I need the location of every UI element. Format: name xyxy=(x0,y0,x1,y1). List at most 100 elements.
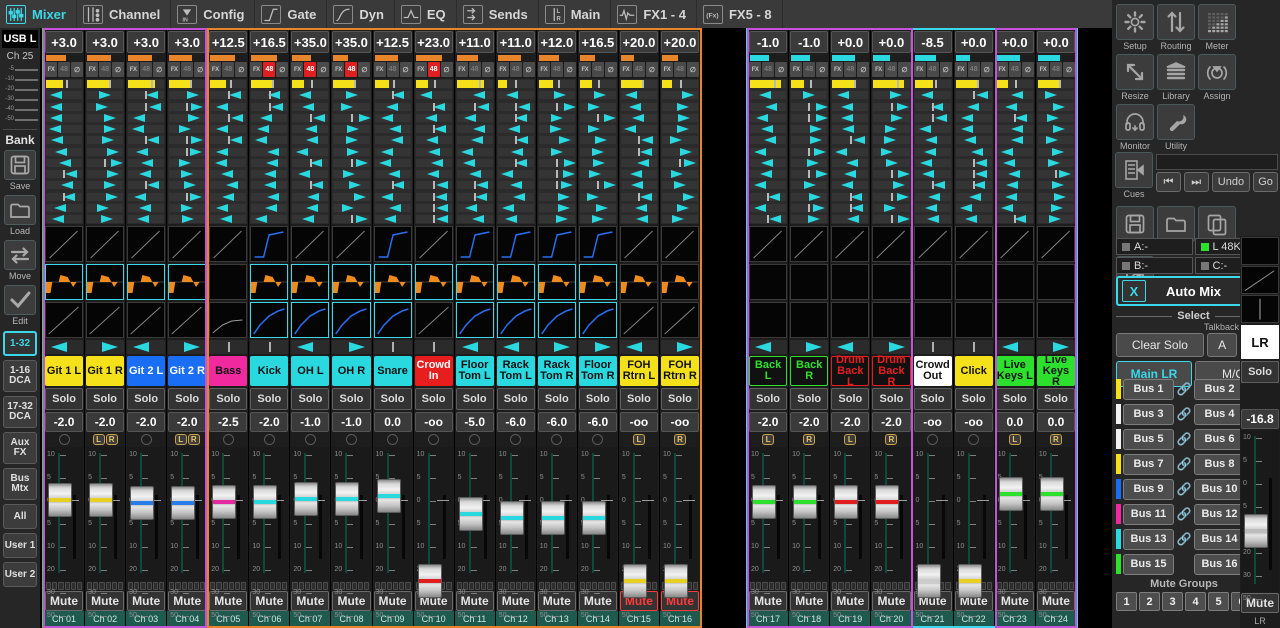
fader-level-readout[interactable]: -2.5 xyxy=(209,412,248,432)
send-row[interactable] xyxy=(87,91,124,100)
fader-knob[interactable] xyxy=(417,563,442,598)
eq-graph[interactable] xyxy=(790,264,829,300)
channel-gain-readout[interactable]: +11.0 xyxy=(496,31,535,53)
channel-strip[interactable]: +12.5FX48∅BassSolo-2.51050510203050MuteC… xyxy=(208,30,250,626)
sidebar-mode-bus-mtx[interactable]: Bus Mtx xyxy=(3,468,37,500)
send-row[interactable] xyxy=(87,158,124,167)
undo-button[interactable]: Undo xyxy=(1211,172,1251,192)
send-row[interactable] xyxy=(955,80,992,88)
fader-level-readout[interactable]: -2.0 xyxy=(250,412,289,432)
phase-invert-indicator[interactable]: ∅ xyxy=(399,62,412,77)
phantom-48v-indicator[interactable]: 48 xyxy=(967,62,980,77)
send-row[interactable] xyxy=(210,170,247,178)
gate-graph[interactable] xyxy=(332,226,371,262)
compressor-graph[interactable] xyxy=(250,302,289,338)
eq-graph[interactable] xyxy=(831,264,870,300)
menu-item-main[interactable]: L R Main xyxy=(539,0,612,28)
solo-button[interactable]: Solo xyxy=(291,388,330,410)
monitor-button[interactable]: Monitor xyxy=(1115,104,1155,152)
send-row[interactable] xyxy=(661,125,698,133)
channel-strip[interactable]: +0.0FX48∅Live Keys LSolo0.0L105051020305… xyxy=(994,30,1036,626)
phase-invert-indicator[interactable]: ∅ xyxy=(235,62,248,77)
pan-control[interactable] xyxy=(954,340,993,354)
channel-gain-readout[interactable]: +0.0 xyxy=(995,31,1034,53)
gate-graph[interactable] xyxy=(209,226,248,262)
bus-button[interactable]: Bus 4 xyxy=(1194,403,1245,425)
send-row[interactable] xyxy=(456,215,493,223)
channel-sends-block[interactable] xyxy=(790,79,829,224)
send-row[interactable] xyxy=(87,215,124,223)
fx-indicator[interactable]: FX xyxy=(1036,62,1049,77)
channel-sends-block[interactable] xyxy=(578,79,617,224)
send-row[interactable] xyxy=(251,215,288,223)
phase-invert-indicator[interactable]: ∅ xyxy=(939,62,952,77)
channel-fader[interactable]: 1050510203050 xyxy=(995,447,1034,619)
sidebar-move-button[interactable]: Move xyxy=(3,240,37,282)
pan-control[interactable] xyxy=(496,340,535,354)
fader-level-readout[interactable]: -1.0 xyxy=(332,412,371,432)
lr-assign-empty[interactable] xyxy=(387,434,399,445)
channel-gain-readout[interactable]: +35.0 xyxy=(291,31,330,53)
pan-control[interactable] xyxy=(995,340,1034,354)
send-row[interactable] xyxy=(374,147,411,156)
send-row[interactable] xyxy=(210,113,247,122)
send-row[interactable] xyxy=(374,102,411,111)
fx-indicator[interactable]: FX xyxy=(455,62,468,77)
compressor-graph[interactable] xyxy=(749,302,788,338)
compressor-graph[interactable] xyxy=(872,302,911,338)
sidebar-mode-1-16-dca[interactable]: 1-16 DCA xyxy=(3,360,37,392)
send-row[interactable] xyxy=(374,113,411,122)
send-row[interactable] xyxy=(87,113,124,122)
fader-level-readout[interactable]: -oo xyxy=(414,412,453,432)
bus-button[interactable]: Bus 6 xyxy=(1194,428,1245,450)
bus-button[interactable]: Bus 16 xyxy=(1194,553,1245,575)
fader-level-readout[interactable]: 0.0 xyxy=(1036,412,1075,432)
send-row[interactable] xyxy=(832,181,869,190)
send-row[interactable] xyxy=(538,91,575,100)
pan-control[interactable] xyxy=(872,340,911,354)
send-row[interactable] xyxy=(1037,192,1074,201)
eq-graph[interactable] xyxy=(209,264,248,300)
sidebar-mode-all[interactable]: All xyxy=(3,504,37,529)
gate-graph[interactable] xyxy=(790,226,829,262)
channel-name-plate[interactable]: Click xyxy=(954,356,993,386)
channel-name-plate[interactable]: Live Keys L xyxy=(995,356,1034,386)
channel-name-plate[interactable]: Bass xyxy=(209,356,248,386)
send-row[interactable] xyxy=(914,147,951,156)
menu-item-mixer[interactable]: Mixer xyxy=(0,0,77,28)
send-row[interactable] xyxy=(914,158,951,167)
solo-button[interactable]: Solo xyxy=(537,388,576,410)
lr-assign-empty[interactable] xyxy=(592,434,604,445)
channel-name-plate[interactable]: Git 1 R xyxy=(86,356,125,386)
send-row[interactable] xyxy=(661,136,698,145)
send-row[interactable] xyxy=(292,170,329,178)
link-icon[interactable]: 🔗 xyxy=(1176,532,1192,546)
compressor-graph[interactable] xyxy=(537,302,576,338)
lr-graph-2[interactable] xyxy=(1241,266,1279,294)
send-row[interactable] xyxy=(955,113,992,122)
compressor-graph[interactable] xyxy=(831,302,870,338)
send-row[interactable] xyxy=(538,192,575,201)
phantom-48v-indicator[interactable]: 48 xyxy=(632,62,645,77)
send-row[interactable] xyxy=(832,125,869,133)
fx-indicator[interactable]: FX xyxy=(291,62,304,77)
channel-fader[interactable]: 1050510203050 xyxy=(913,447,952,619)
channel-sends-block[interactable] xyxy=(496,79,535,224)
send-row[interactable] xyxy=(292,125,329,133)
channel-fader[interactable]: 1050510203050 xyxy=(790,447,829,619)
fader-knob[interactable] xyxy=(540,500,565,535)
pan-control[interactable] xyxy=(250,340,289,354)
send-row[interactable] xyxy=(750,91,787,100)
send-row[interactable] xyxy=(750,136,787,145)
fx-indicator[interactable]: FX xyxy=(872,62,885,77)
channel-sends-block[interactable] xyxy=(250,79,289,224)
send-row[interactable] xyxy=(415,91,452,100)
send-row[interactable] xyxy=(620,91,657,100)
solo-button[interactable]: Solo xyxy=(872,388,911,410)
channel-name-plate[interactable]: Rack Tom L xyxy=(496,356,535,386)
send-row[interactable] xyxy=(497,80,534,88)
channel-strip[interactable]: -1.0FX48∅Back RSolo-2.0R1050510203050Mut… xyxy=(789,30,831,626)
send-row[interactable] xyxy=(873,192,910,201)
assign-button[interactable]: Assign xyxy=(1197,54,1237,102)
send-row[interactable] xyxy=(750,147,787,156)
